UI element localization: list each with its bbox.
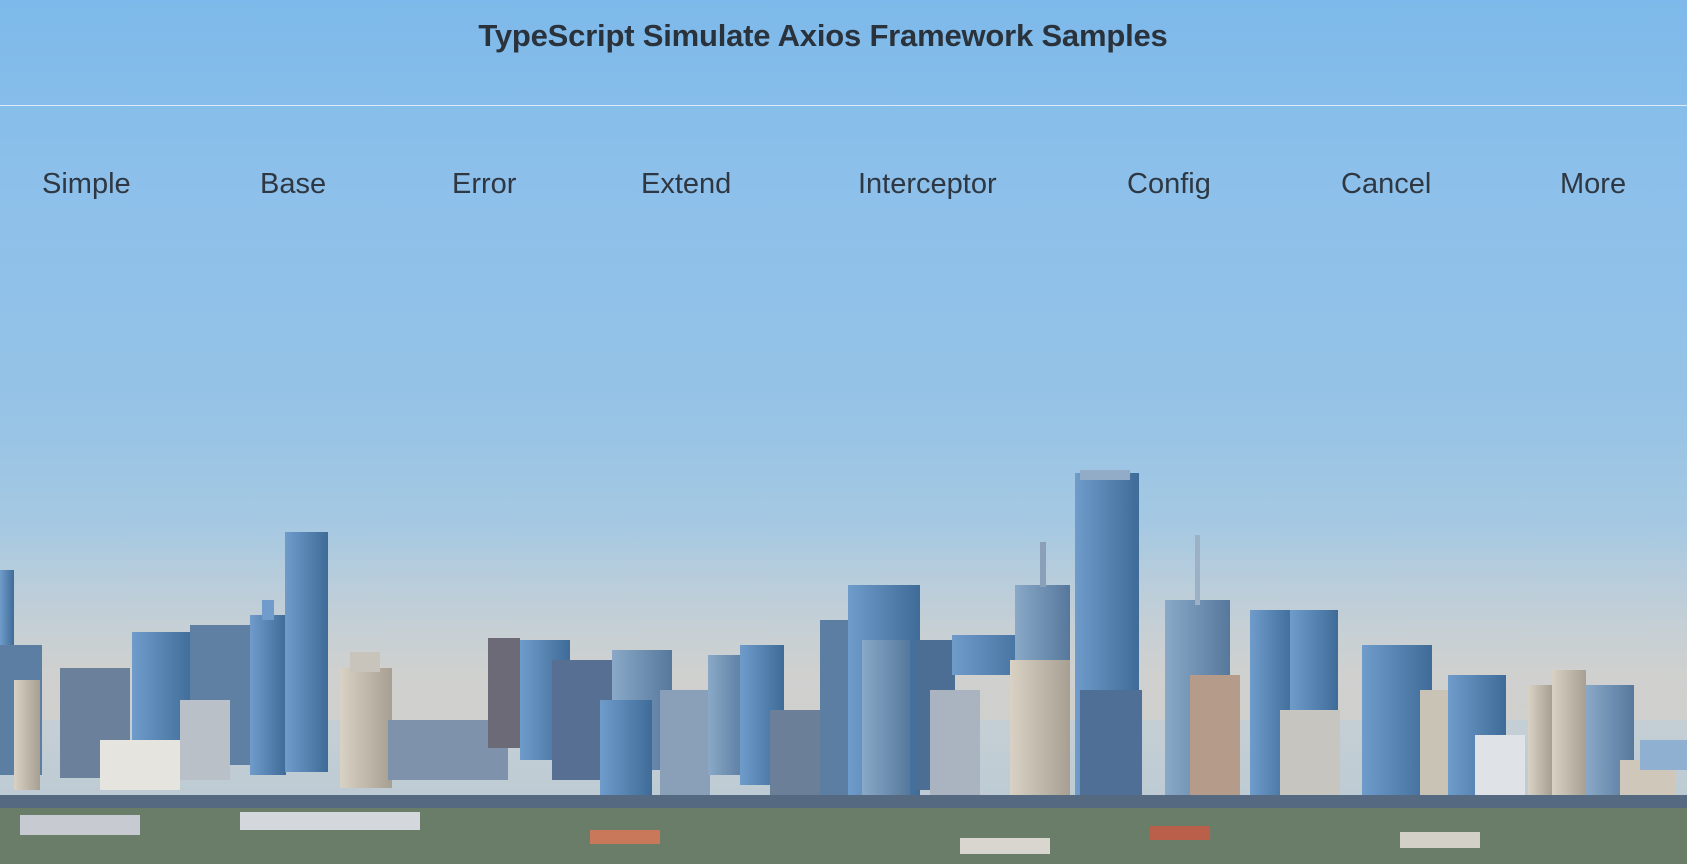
nav-item-config[interactable]: Config	[1127, 160, 1211, 208]
nav-item-simple[interactable]: Simple	[42, 160, 131, 208]
city-skyline-background	[0, 0, 1687, 864]
nav-item-base[interactable]: Base	[260, 160, 326, 208]
nav-item-error[interactable]: Error	[452, 160, 516, 208]
nav-item-cancel[interactable]: Cancel	[1341, 160, 1431, 208]
samples-nav: Simple Base Error Extend Interceptor Con…	[0, 160, 1687, 210]
nav-item-extend[interactable]: Extend	[641, 160, 731, 208]
nav-item-more[interactable]: More	[1560, 160, 1626, 208]
page-header: TypeScript Simulate Axios Framework Samp…	[0, 0, 1687, 106]
page-title: TypeScript Simulate Axios Framework Samp…	[478, 18, 1168, 53]
nav-item-interceptor[interactable]: Interceptor	[858, 160, 997, 208]
